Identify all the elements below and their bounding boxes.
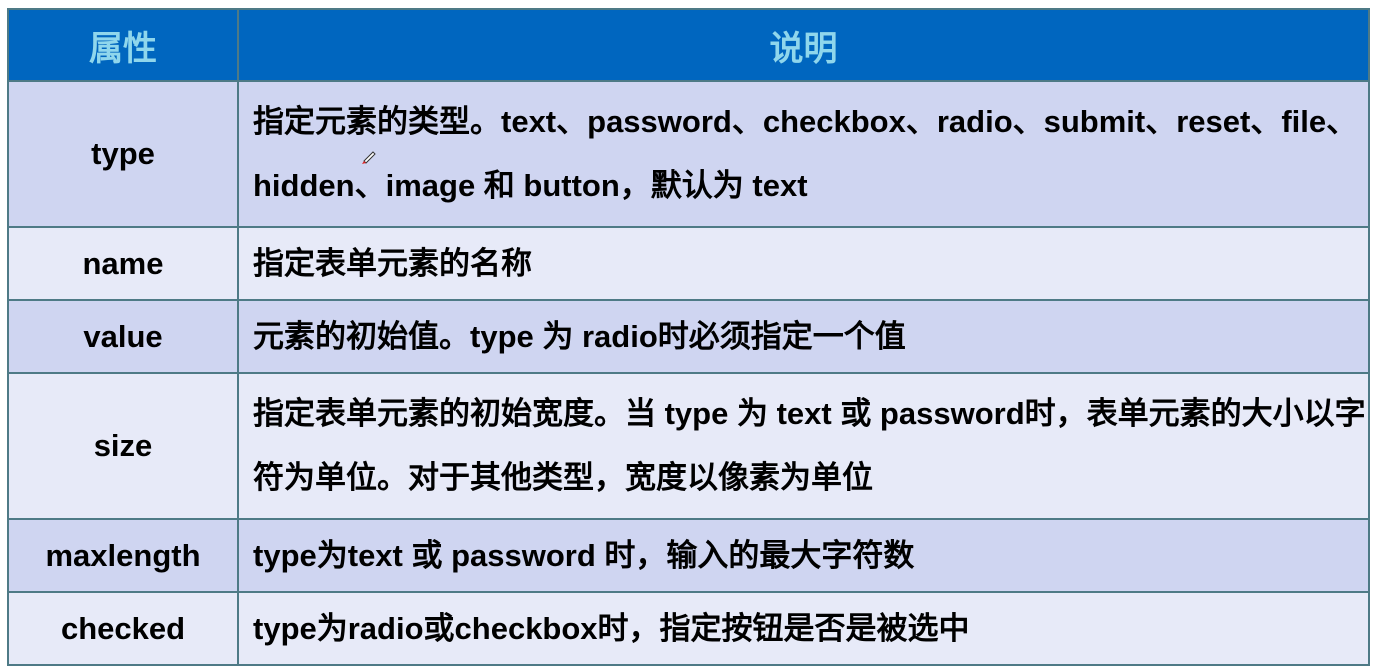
- table-row: checked type为radio或checkbox时，指定按钮是否是被选中: [7, 591, 1370, 666]
- pen-cursor-icon: [362, 151, 376, 164]
- table-row: value 元素的初始值。type 为 radio时必须指定一个值: [7, 299, 1370, 374]
- table-row: maxlength type为text 或 password 时，输入的最大字符…: [7, 518, 1370, 593]
- table-row: size 指定表单元素的初始宽度。当 type 为 text 或 passwor…: [7, 372, 1370, 520]
- attr-cell: checked: [7, 591, 239, 666]
- desc-cell: 指定表单元素的初始宽度。当 type 为 text 或 password时，表单…: [237, 372, 1370, 520]
- header-description: 说明: [237, 8, 1370, 82]
- attribute-table: 属性 说明 type 指定元素的类型。text、password、checkbo…: [7, 8, 1370, 666]
- attr-cell: type: [7, 80, 239, 228]
- header-attribute: 属性: [7, 8, 239, 82]
- desc-cell: 指定表单元素的名称: [237, 226, 1370, 301]
- table-header-row: 属性 说明: [7, 8, 1370, 82]
- desc-cell: 指定元素的类型。text、password、checkbox、radio、sub…: [237, 80, 1370, 228]
- attr-cell: name: [7, 226, 239, 301]
- desc-cell: type为radio或checkbox时，指定按钮是否是被选中: [237, 591, 1370, 666]
- desc-cell: type为text 或 password 时，输入的最大字符数: [237, 518, 1370, 593]
- attr-cell: value: [7, 299, 239, 374]
- attr-cell: maxlength: [7, 518, 239, 593]
- table-row: name 指定表单元素的名称: [7, 226, 1370, 301]
- table-row: type 指定元素的类型。text、password、checkbox、radi…: [7, 80, 1370, 228]
- desc-cell: 元素的初始值。type 为 radio时必须指定一个值: [237, 299, 1370, 374]
- attr-cell: size: [7, 372, 239, 520]
